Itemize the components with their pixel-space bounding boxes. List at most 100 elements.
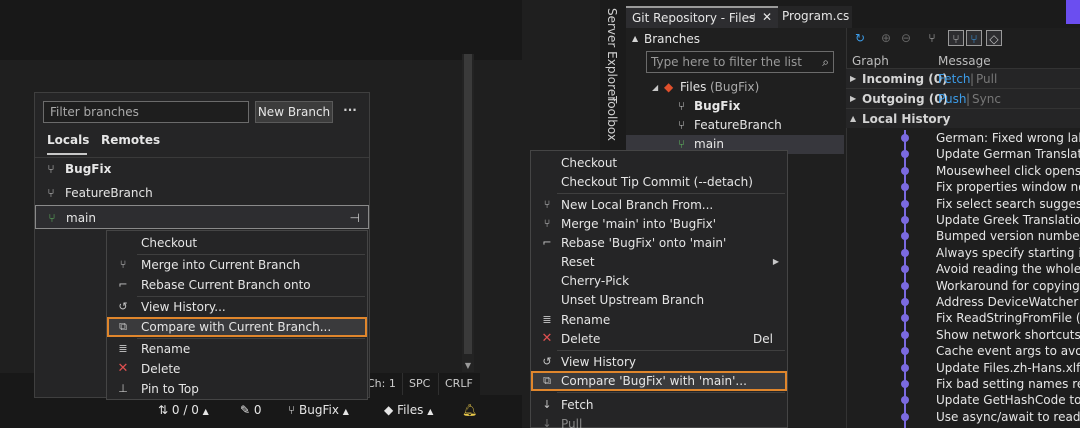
menu-item-delete[interactable]: ✕ Delete	[107, 359, 367, 379]
commit-row[interactable]: Show network shortcuts on	[936, 327, 1080, 343]
menu-item-reset[interactable]: Reset ▶	[531, 252, 787, 272]
commit-row[interactable]: Update German Translation	[936, 146, 1080, 162]
zoom-out-icon[interactable]: ⊖	[898, 30, 914, 46]
whitespace-mode[interactable]: SPC	[402, 373, 436, 395]
pull-link[interactable]: Pull	[976, 69, 997, 89]
scroll-down-arrow-icon[interactable]: ▼	[462, 361, 474, 370]
menu-item-compare[interactable]: ⧉ Compare with Current Branch...	[107, 317, 367, 337]
menu-item-label: Merge into Current Branch	[141, 258, 301, 272]
sync-link[interactable]: Sync	[972, 89, 1001, 109]
tree-repo-files[interactable]: ◢ ◆ Files (BugFix)	[626, 78, 844, 97]
menu-item-cherry-pick[interactable]: Cherry-Pick	[531, 271, 787, 291]
new-branch-button[interactable]: New Branch	[255, 101, 333, 123]
commit-row[interactable]: Use async/await to read fro	[936, 409, 1080, 425]
commit-row[interactable]: Update Files.zh-Hans.xlf (#	[936, 360, 1080, 376]
commit-row[interactable]: Mousewheel click opens ne	[936, 163, 1080, 179]
rename-icon: ≣	[118, 342, 128, 355]
vertical-scrollbar[interactable]: ▼	[462, 54, 474, 372]
commit-node	[901, 216, 909, 224]
menu-item-label: New Local Branch From...	[561, 198, 714, 212]
outgoing-section[interactable]: ▶ Outgoing (0) Push | Sync	[846, 88, 1080, 108]
menu-item-label: Reset	[561, 255, 595, 269]
branch-row-featurebranch[interactable]: ⑂ FeatureBranch	[35, 181, 369, 205]
toolbox-tab[interactable]: Toolbox	[605, 96, 619, 141]
branch-row-main[interactable]: ⑂ main ⊣	[35, 205, 369, 229]
more-options-icon[interactable]: ···	[339, 101, 361, 123]
commit-node	[901, 396, 909, 404]
left-top-bar	[0, 0, 522, 60]
commit-row[interactable]: Update GetHashCode to m	[936, 392, 1080, 408]
shortcut-label: Del	[753, 332, 773, 346]
tab-label: Git Repository - Files	[632, 11, 756, 25]
tab-git-repository[interactable]: Git Repository - Files ⊣ ✕	[626, 6, 778, 28]
fetch-link[interactable]: Fetch	[938, 69, 971, 89]
menu-item-view-history[interactable]: ↺ View History	[531, 352, 787, 372]
commit-row[interactable]: Bumped version number to	[936, 228, 1080, 244]
menu-item-rename[interactable]: ≣ Rename	[531, 310, 787, 330]
commit-row[interactable]: Always specify starting inde	[936, 245, 1080, 261]
menu-item-checkout-tip-commit[interactable]: Checkout Tip Commit (--detach)	[531, 172, 787, 192]
commit-row[interactable]: Fix ReadStringFromFile (#7	[936, 310, 1080, 326]
commit-node	[901, 183, 909, 191]
commit-row[interactable]: Update Greek Translation (	[936, 212, 1080, 228]
zoom-in-icon[interactable]: ⊕	[878, 30, 894, 46]
push-link[interactable]: Push	[938, 89, 967, 109]
menu-item-merge[interactable]: ⑂ Merge 'main' into 'BugFix'	[531, 214, 787, 234]
commit-row[interactable]: German: Fixed wrong label	[936, 130, 1080, 146]
commit-row[interactable]: Avoid reading the whole fil	[936, 261, 1080, 277]
notification-bell-icon[interactable]: 🔔︎	[462, 395, 477, 426]
tree-branch-bugfix[interactable]: ⑂ BugFix	[626, 97, 844, 116]
show-current-branch-icon[interactable]: ⑂	[948, 30, 964, 46]
tree-branch-featurebranch[interactable]: ⑂ FeatureBranch	[626, 116, 844, 135]
pin-icon[interactable]: ⊣	[350, 206, 360, 230]
repo-name: Files	[680, 80, 707, 94]
menu-item-unset-upstream[interactable]: Unset Upstream Branch	[531, 290, 787, 310]
commit-row[interactable]: Cache event args to avoid	[936, 343, 1080, 359]
pin-icon[interactable]: ⊣	[746, 11, 756, 24]
commit-row[interactable]: Address DeviceWatcher no	[936, 294, 1080, 310]
commit-row[interactable]: Fix select search suggestion	[936, 196, 1080, 212]
show-tags-icon[interactable]: ◇	[986, 30, 1002, 46]
menu-item-label: Compare 'BugFix' with 'main'...	[561, 374, 747, 388]
filter-branches-input[interactable]: Filter branches	[43, 101, 249, 123]
line-ending[interactable]: CRLF	[438, 373, 479, 395]
menu-item-merge[interactable]: ⑂ Merge into Current Branch	[107, 255, 367, 275]
commit-row[interactable]: Fix properties window not	[936, 179, 1080, 195]
menu-item-new-local-branch[interactable]: ⑂ New Local Branch From...	[531, 195, 787, 215]
menu-item-checkout[interactable]: Checkout	[531, 153, 787, 173]
menu-item-pin-to-top[interactable]: ⊥ Pin to Top	[107, 379, 367, 399]
menu-item-view-history[interactable]: ↺ View History...	[107, 297, 367, 317]
filter-list-input[interactable]: Type here to filter the list ⌕	[646, 51, 834, 73]
branches-section-header[interactable]: ▲ Branches	[626, 28, 844, 50]
commit-row[interactable]: Workaround for copying to	[936, 278, 1080, 294]
refresh-icon[interactable]: ↻	[852, 30, 868, 46]
compare-icon: ⧉	[543, 374, 551, 387]
server-explorer-tab[interactable]: Server Explorer	[605, 8, 619, 101]
scrollbar-thumb[interactable]	[464, 54, 472, 354]
rename-icon: ≣	[542, 313, 552, 326]
merge-icon: ⑂	[543, 217, 551, 230]
commit-node	[901, 380, 909, 388]
menu-item-compare[interactable]: ⧉ Compare 'BugFix' with 'main'...	[531, 371, 787, 391]
menu-item-pull[interactable]: ↓ Pull	[531, 414, 787, 428]
tab-program-cs[interactable]: Program.cs	[778, 6, 852, 28]
incoming-section[interactable]: ▶ Incoming (0) Fetch | Pull	[846, 68, 1080, 88]
menu-item-rename[interactable]: ≣ Rename	[107, 339, 367, 359]
tab-remotes[interactable]: Remotes	[101, 131, 160, 151]
commit-row[interactable]: Fix bad setting names repo	[936, 376, 1080, 392]
branch-row-bugfix[interactable]: ⑂ BugFix	[35, 157, 369, 181]
repository-button[interactable]: ◆ Files ▲	[384, 395, 433, 426]
menu-item-rebase[interactable]: ⌐ Rebase 'BugFix' onto 'main'	[531, 233, 787, 253]
show-remote-branches-icon[interactable]: ⑂	[966, 30, 982, 46]
close-icon[interactable]: ✕	[762, 10, 772, 24]
menu-item-fetch[interactable]: ↓ Fetch	[531, 395, 787, 415]
branch-context-menu: Checkout ⑂ Merge into Current Branch ⌐ R…	[106, 230, 368, 400]
branch-filter-icon[interactable]: ⑂	[924, 30, 940, 46]
tab-locals[interactable]: Locals	[47, 131, 89, 151]
menu-item-checkout[interactable]: Checkout	[107, 233, 367, 253]
search-icon[interactable]: ⌕	[822, 52, 829, 72]
rebase-icon: ⌐	[118, 278, 128, 291]
menu-item-delete[interactable]: ✕ Delete Del	[531, 329, 787, 349]
menu-item-rebase[interactable]: ⌐ Rebase Current Branch onto	[107, 275, 367, 295]
local-history-section[interactable]: ▲ Local History	[846, 108, 1080, 128]
